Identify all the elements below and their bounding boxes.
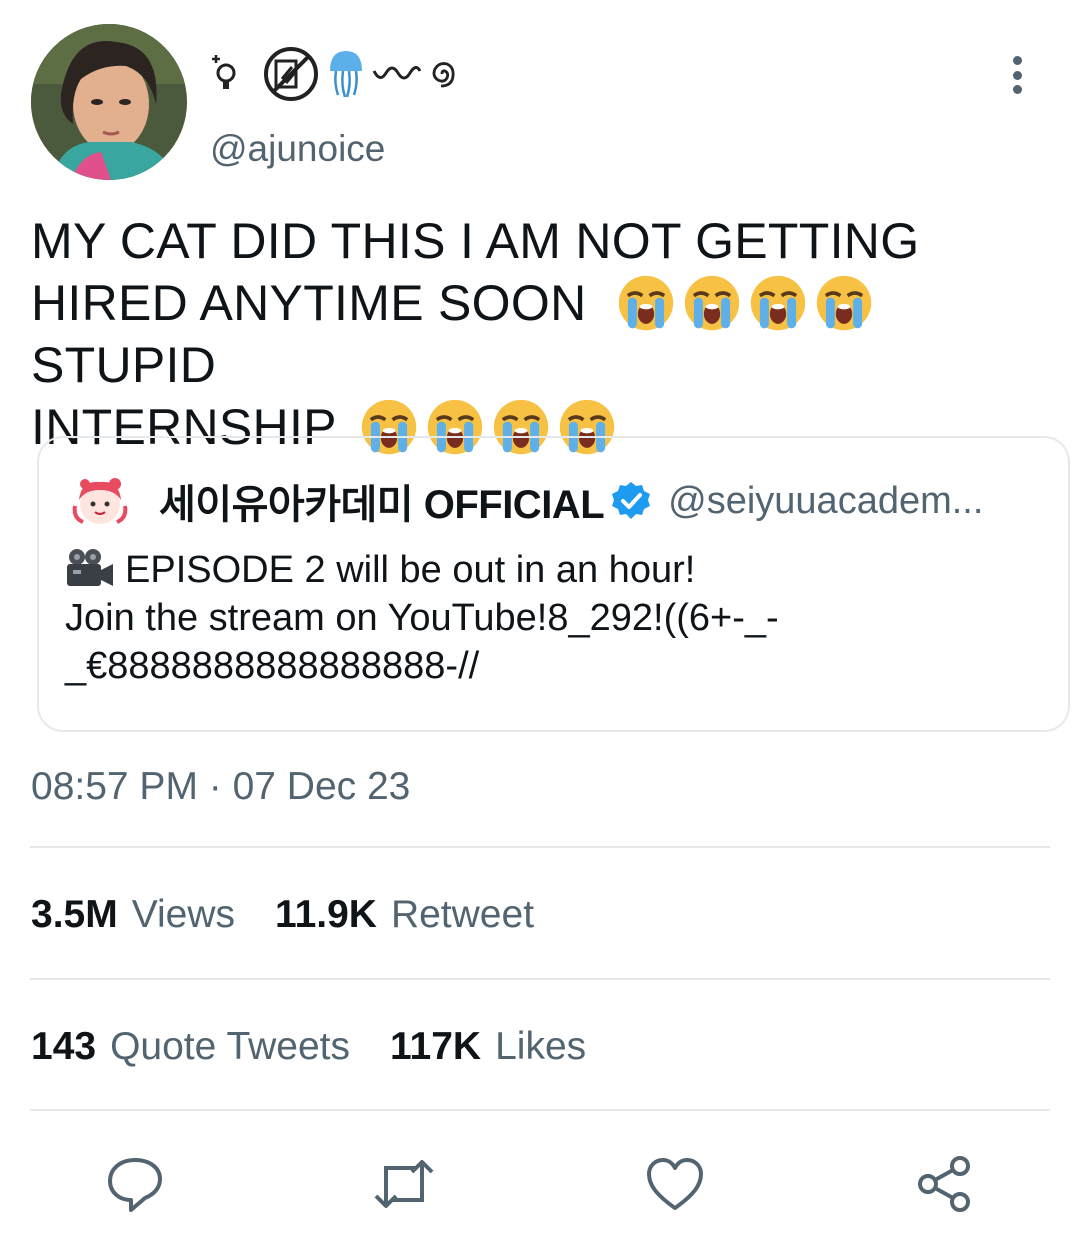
share-icon	[918, 1156, 970, 1212]
quoted-text-line: _€8888888888888888-//	[65, 645, 480, 687]
loudly-crying-face-icon	[684, 275, 739, 331]
verified-badge-icon	[612, 482, 651, 519]
quoted-text-line: Join the stream on YouTube!8_292!((6+-_-	[65, 597, 779, 639]
no-drawing-icon	[264, 47, 318, 101]
retweet-icon	[374, 1160, 434, 1208]
views-label: Views	[131, 893, 236, 936]
movie-camera-icon	[67, 549, 113, 586]
tweet-text: MY CAT DID THIS I AM NOT GETTING HIRED A…	[31, 210, 1076, 458]
stats-row: 3.5M Views 11.9K Retweet	[31, 893, 534, 937]
tweet-text-segment: HIRED ANYTIME SOON	[31, 275, 587, 331]
loudly-crying-face-icon	[750, 275, 805, 331]
tweet-text-segment: STUPID	[31, 337, 217, 393]
lightbulb-sparkle-icon	[212, 55, 236, 89]
retweet-button[interactable]	[372, 1152, 436, 1216]
tweet-text-line: HIRED ANYTIME SOON STUPID	[31, 272, 1076, 396]
tweet-timestamp[interactable]: 08:57 PM · 07 Dec 23	[31, 765, 410, 809]
tweet-text-line: MY CAT DID THIS I AM NOT GETTING	[31, 213, 920, 269]
like-button[interactable]	[643, 1152, 707, 1216]
author-handle[interactable]: @ajunoice	[210, 128, 385, 170]
wave-icon	[372, 66, 422, 80]
likes-label: Likes	[495, 1025, 587, 1068]
loudly-crying-face-icon	[618, 275, 673, 331]
retweets-count: 11.9K	[275, 893, 377, 936]
divider	[30, 846, 1050, 848]
likes-count: 117K	[390, 1025, 482, 1068]
likes-stat[interactable]: 117K Likes	[390, 1025, 586, 1069]
stats-row: 143 Quote Tweets 117K Likes	[31, 1025, 586, 1069]
retweets-label: Retweet	[390, 893, 535, 936]
quote-tweets-label: Quote Tweets	[110, 1025, 351, 1068]
quoted-text-line: EPISODE 2 will be out in an hour!	[65, 546, 1045, 594]
reply-icon	[108, 1158, 162, 1212]
retweets-stat[interactable]: 11.9K Retweet	[275, 893, 534, 937]
reply-button[interactable]	[103, 1152, 167, 1216]
quoted-author-name[interactable]: 세이유아카데미 OFFICIAL	[159, 472, 605, 530]
quote-tweets-stat[interactable]: 143 Quote Tweets	[31, 1025, 350, 1069]
author-display-name[interactable]	[210, 44, 456, 104]
quote-tweets-count: 143	[31, 1025, 97, 1068]
divider	[30, 1109, 1050, 1111]
loudly-crying-face-icon	[816, 275, 871, 331]
divider	[30, 978, 1050, 980]
more-options-icon[interactable]	[1000, 50, 1034, 100]
quoted-author-avatar[interactable]	[71, 476, 129, 526]
quoted-tweet-header: 세이유아카데미 OFFICIAL @seiyuuacadem...	[71, 476, 983, 527]
views-stat[interactable]: 3.5M Views	[31, 893, 235, 937]
like-icon	[647, 1158, 703, 1210]
share-button[interactable]	[912, 1152, 976, 1216]
author-avatar[interactable]	[31, 24, 187, 180]
views-count: 3.5M	[31, 893, 118, 936]
spiral-icon	[432, 62, 455, 88]
quoted-tweet-card[interactable]: 세이유아카데미 OFFICIAL @seiyuuacadem... EPISOD…	[37, 436, 1070, 732]
jellyfish-icon	[330, 51, 362, 98]
quoted-tweet-text: EPISODE 2 will be out in an hour! Join t…	[65, 546, 1045, 690]
quoted-author-handle[interactable]: @seiyuuacadem...	[668, 480, 983, 523]
quoted-text-segment: EPISODE 2 will be out in an hour!	[125, 549, 696, 591]
